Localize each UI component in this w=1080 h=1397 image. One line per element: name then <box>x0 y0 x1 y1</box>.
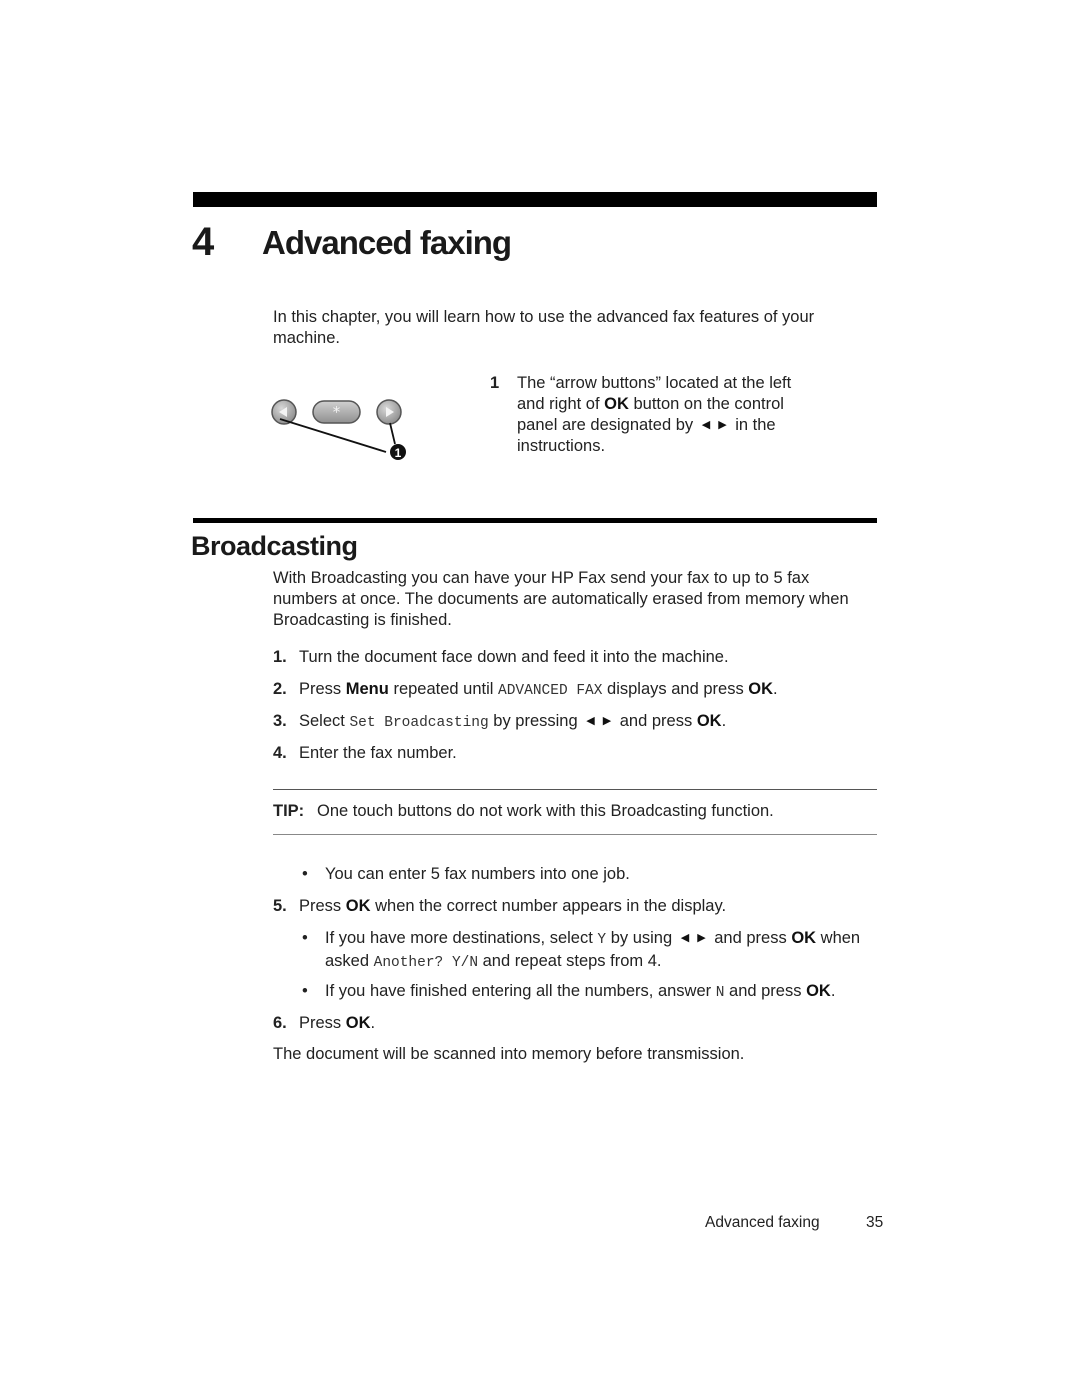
step-text: . <box>773 680 778 698</box>
bullet-text: If you have finished entering all the nu… <box>325 981 870 1004</box>
bullet-text-part: If you have more destinations, select <box>325 929 598 947</box>
ok-label: OK <box>696 712 722 730</box>
right-arrow-icon: ▶ <box>697 932 706 944</box>
ok-label: OK <box>604 395 629 413</box>
step-text: repeated until <box>388 680 499 698</box>
closing-text: The document will be scanned into memory… <box>273 1045 745 1063</box>
tip-box: TIP: One touch buttons do not work with t… <box>273 801 873 822</box>
section-rule <box>193 518 877 523</box>
step-text: Press <box>299 897 346 915</box>
bullet-text-part: and press <box>724 982 807 1000</box>
step-1: 1. Turn the document face down and feed i… <box>273 647 873 668</box>
tip-bottom-rule <box>273 834 877 835</box>
chapter-number: 4 <box>192 220 214 264</box>
callout-marker-icon: 1 <box>390 444 406 460</box>
step-text: displays and press <box>602 680 749 698</box>
display-code: Another? Y/N <box>373 955 479 971</box>
display-code: ADVANCED FAX <box>498 683 603 699</box>
chapter-rule <box>193 192 877 207</box>
step-number: 1. <box>273 648 287 666</box>
ok-label: OK <box>806 982 831 1000</box>
step-text: by pressing <box>488 712 583 730</box>
step-text: and press <box>615 712 697 730</box>
control-panel-figure: * 1 <box>271 399 406 460</box>
right-arrow-icon: ▶ <box>602 715 612 727</box>
right-arrow-icon: ▶ <box>718 419 727 431</box>
tip-top-rule <box>273 789 877 790</box>
bullet-item: • If you have more destinations, select … <box>302 928 872 972</box>
left-arrow-icon: ◀ <box>701 419 711 431</box>
bullet-text: You can enter 5 fax numbers into one job… <box>325 865 630 883</box>
step-text: Turn the document face down and feed it … <box>299 648 729 666</box>
footer-chapter-title: Advanced faxing <box>705 1214 820 1231</box>
left-arrow-icon: ◀ <box>680 932 690 944</box>
chapter-intro: In this chapter, you will learn how to u… <box>273 308 815 347</box>
step-5: 5. Press OK when the correct number appea… <box>273 896 873 917</box>
step-6: 6. Press OK. <box>273 1013 873 1034</box>
step-number: 3. <box>273 712 287 730</box>
svg-text:*: * <box>333 403 341 421</box>
step-text: when the correct number appears in the d… <box>370 897 727 915</box>
tip-label: TIP: <box>273 802 305 820</box>
bullet-icon: • <box>302 929 308 947</box>
section-intro: With Broadcasting you can have your HP F… <box>273 569 849 629</box>
step-text: Press <box>299 1014 346 1032</box>
right-arrow-button-icon <box>376 399 402 425</box>
bullet-text-part: If you have finished entering all the nu… <box>325 982 716 1000</box>
ok-label: OK <box>748 680 774 698</box>
bullet-text-part: by using <box>606 929 677 947</box>
step-number: 6. <box>273 1014 287 1032</box>
step-text: . <box>370 1014 376 1032</box>
tip-text: One touch buttons do not work with this … <box>317 802 774 820</box>
bullet-icon: • <box>302 865 308 883</box>
ok-label: OK <box>345 1014 371 1032</box>
step-text: Enter the fax number. <box>299 744 457 762</box>
display-code: Set Broadcasting <box>349 715 489 731</box>
step-text: Press <box>299 680 346 698</box>
leader-line <box>389 422 396 445</box>
menu-label: Menu <box>345 680 389 698</box>
step-text: Select <box>299 712 350 730</box>
bullet-text-part: . <box>830 982 836 1000</box>
step-4: 4. Enter the fax number. <box>273 743 873 764</box>
bullet-icon: • <box>302 982 308 1000</box>
display-code: Y <box>597 932 607 948</box>
step-number: 2. <box>273 680 287 698</box>
left-arrow-icon: ◀ <box>586 715 595 727</box>
step-2: 2. Press Menu repeated until ADVANCED FAX… <box>273 679 873 702</box>
step-number: 5. <box>273 897 287 915</box>
svg-text:1: 1 <box>395 446 402 460</box>
callout-number: 1 <box>490 374 500 392</box>
ok-label: OK <box>345 897 371 915</box>
bullet-text: If you have more destinations, select Y … <box>325 928 870 974</box>
callout-text: The “arrow buttons” located at the left … <box>517 373 817 457</box>
step-number: 4. <box>273 744 287 762</box>
section-title: Broadcasting <box>191 531 358 561</box>
star-button-icon: * <box>312 400 361 424</box>
step-text: . <box>721 712 727 730</box>
bullet-text-part: and press <box>709 929 792 947</box>
bullet-text-part: and repeat steps from 4. <box>478 952 662 970</box>
step-3: 3. Select Set Broadcasting by pressing ◀ ▶… <box>273 711 873 734</box>
ok-label: OK <box>791 929 817 947</box>
page-number: 35 <box>866 1214 884 1231</box>
leader-line <box>279 418 387 453</box>
chapter-title: Advanced faxing <box>262 224 512 261</box>
